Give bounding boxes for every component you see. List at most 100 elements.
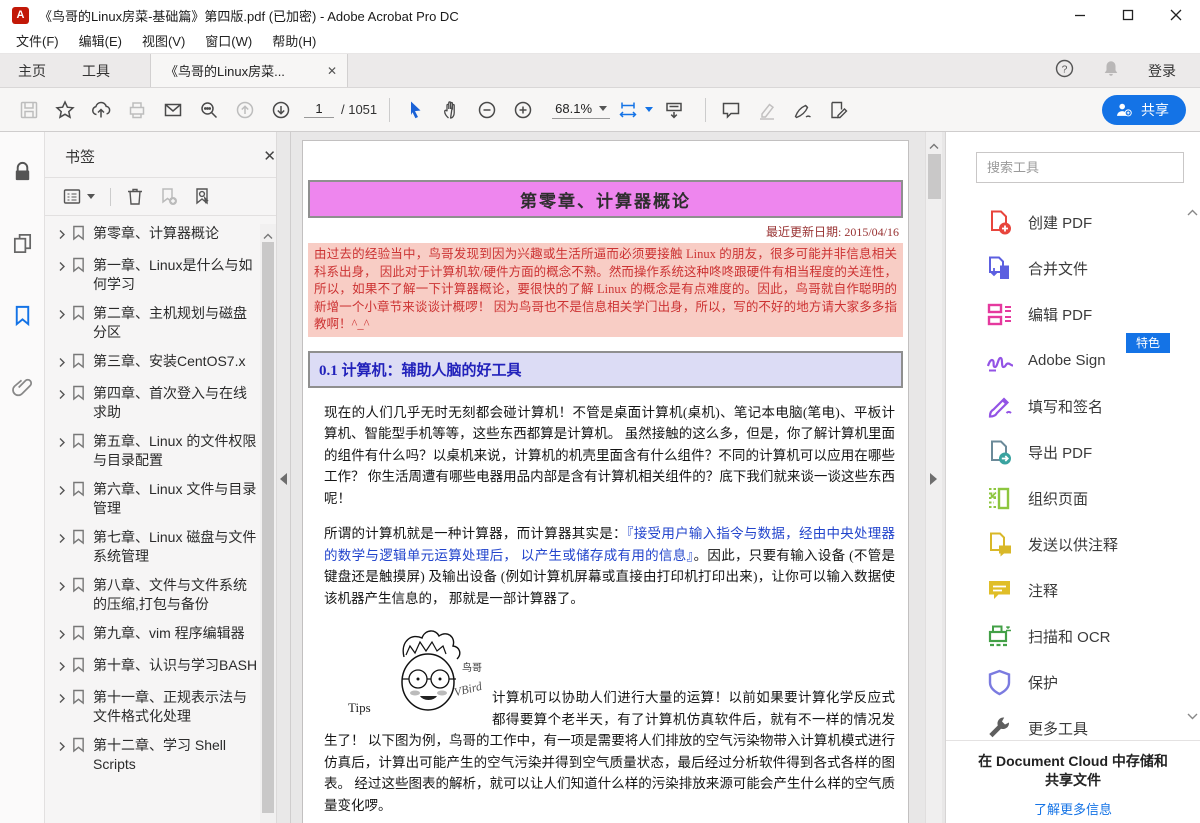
tools-search-input[interactable]	[987, 160, 1173, 175]
next-page-icon[interactable]	[266, 95, 296, 125]
page-thumbnails-icon[interactable]	[11, 232, 34, 260]
select-tool-icon[interactable]	[400, 95, 430, 125]
scrollbar-thumb[interactable]	[928, 154, 941, 199]
chevron-right-icon[interactable]	[57, 224, 72, 246]
previous-page-icon[interactable]	[230, 95, 260, 125]
chevron-right-icon[interactable]	[57, 432, 72, 470]
comment-tool-icon[interactable]	[716, 95, 746, 125]
security-lock-icon[interactable]	[11, 160, 34, 188]
page-display-icon[interactable]	[659, 95, 689, 125]
bookmark-item[interactable]: 第三章、安装CentOS7.x	[57, 352, 260, 374]
tab-home[interactable]: 主页	[0, 54, 64, 87]
bookmark-item[interactable]: 第五章、Linux 的文件权限与目录配置	[57, 432, 260, 470]
chevron-right-icon[interactable]	[57, 480, 72, 518]
cloud-upload-icon[interactable]	[86, 95, 116, 125]
tool-item[interactable]: 注释	[946, 567, 1200, 613]
bookmark-item[interactable]: 第十一章、正规表示法与文件格式化处理	[57, 688, 260, 726]
bookmarks-scrollbar[interactable]	[260, 224, 276, 823]
scroll-up-icon[interactable]	[1187, 204, 1198, 222]
tool-item[interactable]: 编辑 PDF	[946, 291, 1200, 337]
chevron-right-icon[interactable]	[57, 624, 72, 646]
learn-more-link[interactable]: 了解更多信息	[1034, 799, 1112, 818]
menu-view[interactable]: 视图(V)	[132, 30, 195, 54]
delete-bookmark-icon[interactable]	[126, 187, 144, 206]
signature-icon[interactable]	[788, 95, 818, 125]
tool-item[interactable]: Adobe Sign特色	[946, 337, 1200, 383]
attachments-icon[interactable]	[11, 376, 34, 404]
tab-document[interactable]: 《鸟哥的Linux房菜... ✕	[150, 54, 348, 87]
tool-item[interactable]: 组织页面	[946, 475, 1200, 521]
tool-item[interactable]: 填写和签名	[946, 383, 1200, 429]
scroll-down-icon[interactable]	[1187, 707, 1198, 725]
expand-current-bookmark-icon[interactable]	[193, 187, 212, 206]
menu-window[interactable]: 窗口(W)	[195, 30, 262, 54]
email-icon[interactable]	[158, 95, 188, 125]
maximize-button[interactable]	[1104, 0, 1152, 30]
document-viewport[interactable]: 第零章、计算器概论 最近更新日期: 2015/04/16 由过去的经验当中，鸟哥…	[291, 132, 945, 823]
close-button[interactable]	[1152, 0, 1200, 30]
menu-help[interactable]: 帮助(H)	[262, 30, 326, 54]
bookmark-icon	[72, 624, 93, 646]
scroll-up-icon[interactable]	[929, 137, 939, 155]
bookmark-item[interactable]: 第四章、首次登入与在线求助	[57, 384, 260, 422]
bookmarks-close-icon[interactable]: ✕	[263, 149, 276, 164]
tab-tools[interactable]: 工具	[64, 54, 128, 87]
tool-item[interactable]: 导出 PDF	[946, 429, 1200, 475]
tool-item[interactable]: 扫描和 OCR	[946, 613, 1200, 659]
zoom-level-dropdown[interactable]: 68.1%	[552, 101, 610, 119]
zoom-out-icon[interactable]	[472, 95, 502, 125]
bookmark-item[interactable]: 第十章、认识与学习BASH	[57, 656, 260, 678]
bookmark-item[interactable]: 第零章、计算器概论	[57, 224, 260, 246]
tools-search-box[interactable]	[976, 152, 1184, 183]
chevron-right-icon[interactable]	[57, 528, 72, 566]
fill-sign-tool-icon[interactable]	[824, 95, 854, 125]
bookmark-item[interactable]: 第八章、文件与文件系统的压缩,打包与备份	[57, 576, 260, 614]
fit-width-icon[interactable]	[618, 95, 653, 125]
tool-item[interactable]: 合并文件	[946, 245, 1200, 291]
tool-item[interactable]: 创建 PDF	[946, 199, 1200, 245]
tool-item[interactable]: 保护	[946, 659, 1200, 705]
tool-item[interactable]: 更多工具	[946, 705, 1200, 740]
print-icon[interactable]	[122, 95, 152, 125]
chevron-right-icon[interactable]	[57, 352, 72, 374]
tab-close-icon[interactable]: ✕	[327, 64, 337, 78]
save-icon[interactable]	[14, 95, 44, 125]
minimize-button[interactable]	[1056, 0, 1104, 30]
bookmarks-panel-icon[interactable]	[11, 304, 34, 332]
chevron-right-icon[interactable]	[57, 688, 72, 726]
bookmark-item[interactable]: 第六章、Linux 文件与目录管理	[57, 480, 260, 518]
help-icon[interactable]: ?	[1055, 59, 1074, 83]
chevron-right-icon[interactable]	[57, 576, 72, 614]
highlighter-icon[interactable]	[752, 95, 782, 125]
panel-splitter[interactable]	[276, 132, 290, 823]
expand-panel-icon[interactable]	[930, 473, 937, 485]
bookmarks-panel-title: 书签	[65, 146, 95, 167]
zoom-in-icon[interactable]	[508, 95, 538, 125]
bookmark-item[interactable]: 第七章、Linux 磁盘与文件系统管理	[57, 528, 260, 566]
document-scrollbar[interactable]	[925, 132, 942, 823]
sign-in-button[interactable]: 登录	[1148, 61, 1176, 81]
menu-edit[interactable]: 编辑(E)	[69, 30, 132, 54]
bookmark-item[interactable]: 第十二章、学习 Shell Scripts	[57, 736, 260, 774]
page-number-input[interactable]: 1	[304, 101, 334, 118]
star-icon[interactable]	[50, 95, 80, 125]
hand-tool-icon[interactable]	[436, 95, 466, 125]
bookmark-item[interactable]: 第九章、vim 程序编辑器	[57, 624, 260, 646]
collapse-panel-icon[interactable]	[280, 473, 287, 485]
bookmark-item[interactable]: 第一章、Linux是什么与如何学习	[57, 256, 260, 294]
bookmark-options-icon[interactable]	[63, 188, 95, 206]
chevron-right-icon[interactable]	[57, 304, 72, 342]
share-button[interactable]: 共享	[1102, 95, 1186, 125]
chevron-right-icon[interactable]	[57, 256, 72, 294]
chevron-down-icon	[645, 107, 653, 112]
chevron-right-icon[interactable]	[57, 656, 72, 678]
chevron-right-icon[interactable]	[57, 736, 72, 774]
chevron-right-icon[interactable]	[57, 384, 72, 422]
bookmark-item[interactable]: 第二章、主机规划与磁盘分区	[57, 304, 260, 342]
new-bookmark-icon[interactable]	[159, 187, 178, 206]
find-icon[interactable]	[194, 95, 224, 125]
notifications-bell-icon[interactable]	[1102, 59, 1120, 83]
scrollbar-thumb[interactable]	[262, 242, 274, 813]
menu-file[interactable]: 文件(F)	[6, 30, 69, 54]
tool-item[interactable]: 发送以供注释	[946, 521, 1200, 567]
